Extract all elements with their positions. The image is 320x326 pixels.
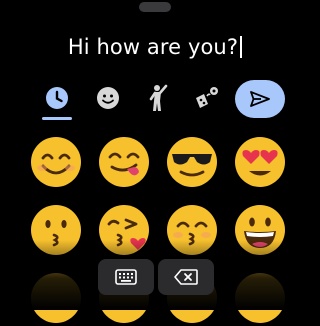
top-pill-indicator bbox=[139, 2, 171, 12]
message-text: Hi how are you? bbox=[67, 35, 239, 59]
emoji-row3-1[interactable] bbox=[28, 270, 84, 326]
tab-recent[interactable] bbox=[35, 78, 79, 118]
send-button[interactable] bbox=[235, 80, 285, 118]
objects-icon bbox=[196, 87, 218, 108]
backspace-button[interactable] bbox=[158, 259, 214, 295]
kissing-face-with-smiling-eyes[interactable] bbox=[164, 202, 220, 258]
smiley-icon bbox=[97, 87, 119, 109]
smiling-face-with-heart-eyes[interactable] bbox=[232, 134, 288, 190]
emoji-row3-4[interactable] bbox=[232, 270, 288, 326]
selected-tab-indicator bbox=[42, 117, 72, 120]
kissing-face[interactable] bbox=[28, 202, 84, 258]
face-savoring-food[interactable] bbox=[96, 134, 152, 190]
tab-objects[interactable] bbox=[185, 78, 229, 118]
tab-people[interactable] bbox=[136, 78, 180, 118]
message-text-field[interactable]: Hi how are you? bbox=[0, 35, 310, 59]
clock-icon bbox=[46, 87, 68, 109]
person-waving-icon bbox=[149, 84, 168, 111]
smiling-face-with-smiling-eyes[interactable] bbox=[28, 134, 84, 190]
send-icon bbox=[250, 91, 270, 107]
keyboard-button[interactable] bbox=[98, 259, 154, 295]
smiling-face-with-sunglasses[interactable] bbox=[164, 134, 220, 190]
backspace-icon bbox=[174, 269, 198, 285]
tab-smileys[interactable] bbox=[86, 78, 130, 118]
text-cursor bbox=[240, 36, 243, 58]
grinning-face-with-big-eyes[interactable] bbox=[232, 202, 288, 258]
face-blowing-a-kiss[interactable] bbox=[96, 202, 152, 258]
keyboard-icon bbox=[115, 269, 137, 285]
